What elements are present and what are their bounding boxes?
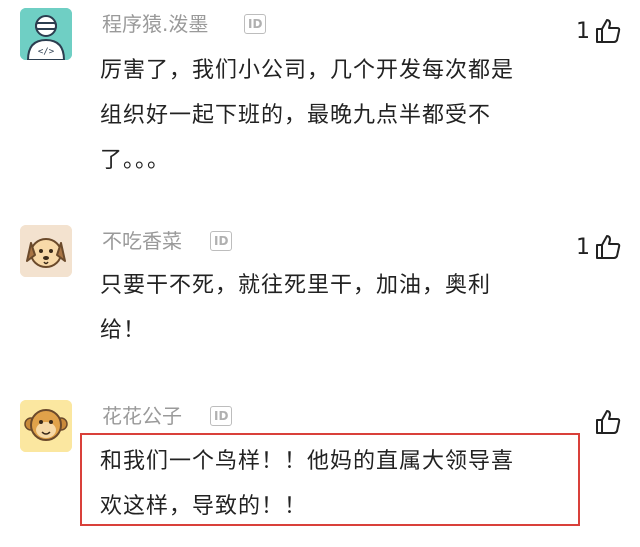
like-count: 1	[576, 234, 590, 260]
comment-text: 和我们一个鸟样！！他妈的直属大领导喜 欢这样，导致的！！	[100, 439, 514, 529]
comment-line: 和我们一个鸟样！！他妈的直属大领导喜	[100, 449, 515, 474]
comment-line: 了。。。	[100, 148, 171, 173]
comment-line: 欢这样，导致的！！	[100, 494, 308, 519]
comment-text: 只要干不死，就往死里干，加油，奥利 给！	[100, 263, 491, 353]
id-badge-icon: ID	[244, 14, 267, 34]
comment-username[interactable]: 不吃香菜	[102, 228, 182, 254]
thumbs-up-icon	[596, 19, 621, 43]
user-avatar[interactable]	[20, 400, 72, 452]
comment-line: 只要干不死，就往死里干，加油，奥利	[100, 273, 492, 298]
like-button[interactable]: 1	[576, 16, 622, 46]
dog-avatar-icon	[20, 225, 72, 277]
user-avatar[interactable]	[20, 225, 72, 277]
id-badge-icon: ID	[210, 406, 233, 426]
comment-line: 组织好一起下班的，最晚九点半都受不	[100, 103, 492, 128]
thumbs-up-icon	[596, 410, 621, 434]
like-button[interactable]	[590, 407, 622, 437]
like-button[interactable]: 1	[576, 232, 622, 262]
comment-username[interactable]: 花花公子	[102, 403, 182, 429]
comment-line: 厉害了，我们小公司，几个开发每次都是	[100, 58, 515, 83]
comment-line: 给！	[100, 318, 147, 343]
user-avatar[interactable]: </>	[20, 8, 72, 60]
thumbs-up-icon	[596, 235, 621, 259]
comment-text: 厉害了，我们小公司，几个开发每次都是 组织好一起下班的，最晚九点半都受不 了。。…	[100, 48, 514, 183]
like-count: 1	[576, 18, 590, 44]
comment-username[interactable]: 程序猿.泼墨	[102, 11, 208, 37]
svg-text:</>: </>	[38, 47, 55, 57]
monkey-avatar-icon	[20, 400, 72, 452]
programmer-avatar-icon: </>	[20, 8, 72, 60]
id-badge-icon: ID	[210, 231, 233, 251]
